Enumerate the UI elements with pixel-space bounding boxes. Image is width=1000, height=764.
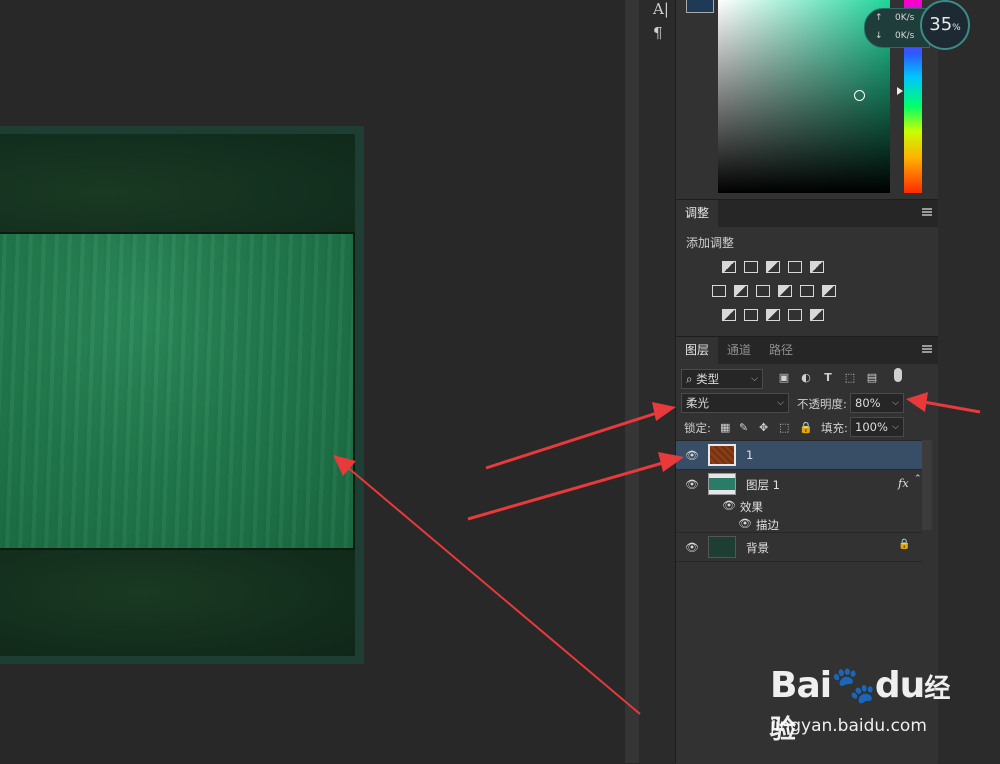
- stroke-effect-label: 描边: [756, 518, 779, 532]
- lock-position-icon[interactable]: ✥: [759, 421, 768, 434]
- tab-paths[interactable]: 路径: [760, 337, 802, 364]
- layer-thumbnail: [708, 536, 736, 558]
- panel-divider[interactable]: [625, 0, 639, 763]
- channel-mixer-icon[interactable]: [800, 285, 814, 297]
- hue-saturation-icon[interactable]: [712, 285, 726, 297]
- visibility-eye-icon[interactable]: 👁: [722, 499, 736, 512]
- effects-row[interactable]: 👁 效果: [676, 497, 922, 515]
- layer-divider: [676, 561, 922, 562]
- layers-tabbar: 图层 通道 路径: [676, 337, 938, 364]
- stroke-effect-row[interactable]: 👁 描边: [676, 515, 922, 533]
- canvas-area[interactable]: [0, 0, 625, 763]
- character-panel-icon[interactable]: A|: [653, 0, 669, 18]
- download-arrow-icon: ↓: [875, 31, 883, 41]
- chevron-down-icon: ⌵: [777, 398, 784, 408]
- upload-arrow-icon: ↑: [875, 13, 883, 23]
- adjustments-panel: 调整 添加调整: [676, 199, 938, 336]
- vibrance-icon[interactable]: [810, 261, 824, 273]
- paragraph-panel-icon[interactable]: ¶: [653, 24, 663, 42]
- threshold-icon[interactable]: [766, 309, 780, 321]
- filter-toggle-icon[interactable]: [894, 368, 902, 382]
- layer-row-1[interactable]: 👁 1: [676, 441, 922, 469]
- lock-label: 锁定:: [684, 421, 711, 435]
- layer-filter-label: 类型: [696, 372, 720, 386]
- visibility-eye-icon[interactable]: 👁: [685, 478, 699, 491]
- add-adjustment-label: 添加调整: [686, 236, 735, 250]
- tab-layers[interactable]: 图层: [676, 337, 719, 364]
- exposure-icon[interactable]: [788, 261, 802, 273]
- visibility-eye-icon[interactable]: 👁: [738, 517, 752, 530]
- layer-effects-fx-icon[interactable]: fx: [898, 476, 909, 490]
- invert-icon[interactable]: [722, 309, 736, 321]
- document-dark-texture-top: [0, 134, 355, 232]
- tab-adjustments[interactable]: 调整: [676, 200, 719, 227]
- adjustments-tabbar: 调整: [676, 200, 938, 227]
- lock-artboard-icon[interactable]: ⬚: [779, 421, 789, 434]
- curves-icon[interactable]: [766, 261, 780, 273]
- layer-name[interactable]: 1: [746, 448, 753, 462]
- fill-value: 100%: [855, 420, 888, 434]
- opacity-value: 80%: [855, 396, 881, 410]
- panel-menu-icon[interactable]: [922, 208, 932, 216]
- smart-object-filter-icon[interactable]: ▤: [866, 372, 878, 383]
- opacity-input[interactable]: 80% ⌵: [850, 393, 904, 413]
- shape-filter-icon[interactable]: ⬚: [844, 372, 856, 383]
- download-speed: 0K/s: [895, 31, 915, 41]
- selective-color-icon[interactable]: [788, 309, 802, 321]
- layer-name[interactable]: 图层 1: [746, 477, 780, 493]
- foreground-color-swatch[interactable]: [686, 0, 714, 13]
- layer-thumbnail: [708, 444, 736, 466]
- baidu-jingyan-watermark: Bai🐾du经验 jingyan.baidu.com: [768, 654, 968, 754]
- fill-input[interactable]: 100% ⌵: [850, 417, 904, 437]
- lock-image-pixels-icon[interactable]: ✎: [739, 421, 748, 434]
- type-filter-icon[interactable]: T: [822, 372, 834, 383]
- visibility-eye-icon[interactable]: 👁: [685, 449, 699, 462]
- layer-row-layer1[interactable]: 👁 图层 1 fx ⌃: [676, 470, 922, 498]
- layer-thumbnail: [708, 473, 736, 495]
- lock-icon: 🔒: [898, 539, 911, 550]
- visibility-eye-icon[interactable]: 👁: [685, 541, 699, 554]
- levels-icon[interactable]: [744, 261, 758, 273]
- network-speed-widget: ↑ 0K/s ↓ 0K/s 35%: [864, 0, 970, 50]
- upload-speed: 0K/s: [895, 13, 915, 23]
- document-dark-texture-bottom: [0, 550, 355, 656]
- chevron-down-icon: ⌵: [892, 422, 899, 432]
- effects-label: 效果: [740, 500, 763, 514]
- memory-usage-percent: 35%: [929, 14, 961, 35]
- hue-slider-pointer[interactable]: [897, 87, 903, 95]
- watermark-url: jingyan.baidu.com: [770, 716, 927, 736]
- layers-scrollbar[interactable]: [922, 440, 932, 530]
- chevron-down-icon: ⌵: [751, 374, 758, 384]
- chevron-up-icon[interactable]: ⌃: [914, 474, 922, 484]
- blend-mode-value: 柔光: [686, 396, 709, 410]
- layer-filter-select[interactable]: ⌕ 类型 ⌵: [681, 369, 763, 389]
- search-icon: ⌕: [686, 372, 693, 386]
- lock-transparent-icon[interactable]: ▦: [720, 421, 730, 434]
- gradient-map-icon[interactable]: [810, 309, 824, 321]
- color-picker-cursor[interactable]: [854, 90, 865, 101]
- opacity-label: 不透明度:: [797, 397, 847, 411]
- adjustment-filter-icon[interactable]: ◐: [800, 372, 812, 383]
- paw-icon: 🐾: [831, 665, 876, 706]
- photo-filter-icon[interactable]: [778, 285, 792, 297]
- fill-label: 填充:: [821, 421, 848, 435]
- brightness-contrast-icon[interactable]: [722, 261, 736, 273]
- pixel-filter-icon[interactable]: ▣: [778, 372, 790, 383]
- tab-channels[interactable]: 通道: [718, 337, 760, 364]
- color-lookup-icon[interactable]: [822, 285, 836, 297]
- color-balance-icon[interactable]: [734, 285, 748, 297]
- chevron-down-icon: ⌵: [892, 398, 899, 408]
- layers-panel-menu-icon[interactable]: [922, 345, 932, 353]
- lock-all-icon[interactable]: 🔒: [799, 421, 813, 434]
- layer-name[interactable]: 背景: [746, 540, 769, 556]
- document-green-texture-panel[interactable]: [0, 232, 355, 550]
- black-white-icon[interactable]: [756, 285, 770, 297]
- right-edge-strip: [938, 0, 1000, 763]
- memory-usage-circle[interactable]: 35%: [920, 0, 970, 50]
- posterize-icon[interactable]: [744, 309, 758, 321]
- blend-mode-select[interactable]: 柔光 ⌵: [681, 393, 789, 413]
- layer-row-background[interactable]: 👁 背景 🔒: [676, 533, 922, 561]
- collapsed-panel-column: A| ¶: [639, 0, 676, 763]
